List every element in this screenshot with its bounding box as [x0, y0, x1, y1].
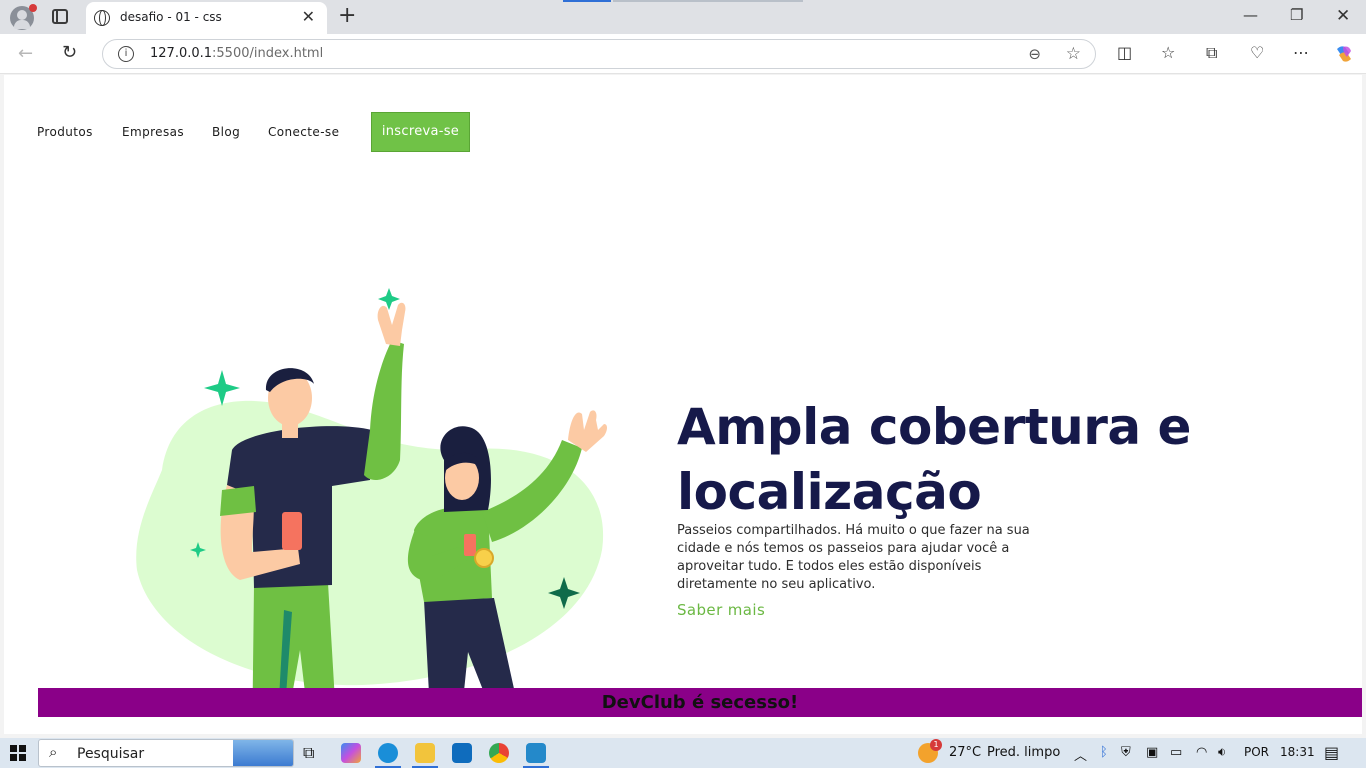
tab-strip-accent-secondary	[613, 0, 803, 2]
url-text[interactable]: 127.0.0.1:5500/index.html	[150, 46, 323, 61]
menu-item-blog[interactable]: Blog	[212, 125, 240, 139]
new-tab-icon[interactable]: +	[338, 3, 356, 29]
vscode-app-icon[interactable]	[523, 743, 549, 768]
hero-paragraph: Passeios compartilhados. Há muito o que …	[677, 523, 1030, 592]
split-screen-icon[interactable]: ◫	[1117, 43, 1132, 62]
copilot-app-icon[interactable]	[341, 743, 361, 763]
task-view-icon[interactable]: ⧉	[303, 743, 314, 763]
tab-strip-accent	[563, 0, 611, 2]
address-bar[interactable]: i 127.0.0.1:5500/index.html ⊖ ☆	[102, 39, 1096, 69]
search-icon: ⌕	[49, 743, 58, 761]
site-info-icon[interactable]: i	[118, 46, 134, 62]
search-placeholder: Pesquisar	[77, 746, 145, 762]
camera-icon[interactable]: ▣	[1146, 745, 1158, 760]
notifications-icon[interactable]: ▤	[1324, 743, 1339, 762]
sparkle-icon	[204, 370, 240, 406]
taskbar-search[interactable]: ⌕ Pesquisar	[38, 739, 294, 767]
show-hidden-icons-icon[interactable]: ︿	[1074, 745, 1087, 764]
back-icon[interactable]: ←	[18, 43, 33, 64]
browser-tab[interactable]: desafio - 01 - css ✕	[86, 2, 327, 34]
restore-icon[interactable]: ❐	[1290, 6, 1303, 24]
chrome-app-icon[interactable]	[489, 743, 509, 763]
windows-start-icon[interactable]	[10, 745, 26, 761]
browser-toolbar: ← ↻ i 127.0.0.1:5500/index.html ⊖ ☆ ◫ ☆ …	[0, 34, 1366, 74]
saber-mais-link[interactable]: Saber mais	[677, 601, 765, 619]
browser-tab-bar: desafio - 01 - css ✕ + — ❐ ✕	[0, 0, 1366, 34]
collections-icon[interactable]: ⧉	[1206, 43, 1217, 63]
signup-button[interactable]: inscreva-se	[371, 112, 470, 152]
profile-avatar-icon[interactable]	[10, 4, 37, 30]
favorite-star-icon[interactable]: ☆	[1066, 44, 1081, 64]
outlook-app-icon[interactable]	[452, 743, 472, 763]
menu-item-produtos[interactable]: Produtos	[37, 125, 93, 139]
battery-icon[interactable]: ▭	[1170, 745, 1182, 760]
menu-item-empresas[interactable]: Empresas	[122, 125, 184, 139]
close-tab-icon[interactable]: ✕	[302, 8, 315, 26]
tab-title: desafio - 01 - css	[120, 10, 222, 24]
reload-icon[interactable]: ↻	[62, 42, 77, 63]
weather-icon[interactable]: 1	[918, 739, 942, 763]
windows-taskbar: ⌕ Pesquisar ⧉ 1 27°C Pred. limpo ︿ ᛒ ⛨ ▣…	[0, 738, 1366, 768]
promo-banner: DevClub é secesso!	[38, 688, 1362, 717]
zoom-icon[interactable]: ⊖	[1028, 45, 1041, 63]
banner-text: DevClub é secesso!	[601, 692, 799, 713]
language-indicator[interactable]: POR	[1244, 745, 1269, 759]
more-options-icon[interactable]: ⋯	[1293, 43, 1309, 62]
tab-actions-icon[interactable]	[52, 9, 68, 24]
edge-app-icon[interactable]	[375, 743, 401, 768]
weather-text[interactable]: Pred. limpo	[987, 745, 1060, 760]
browser-essentials-icon[interactable]: ♡	[1250, 43, 1264, 62]
copilot-icon[interactable]	[1333, 43, 1355, 65]
clock-time[interactable]: 18:31	[1280, 745, 1315, 759]
minimize-icon[interactable]: —	[1243, 6, 1258, 24]
close-window-icon[interactable]: ✕	[1336, 6, 1350, 26]
page-viewport: Produtos Empresas Blog Conecte-se inscre…	[4, 75, 1362, 734]
favorites-icon[interactable]: ☆	[1161, 43, 1175, 62]
search-highlight-image	[233, 740, 293, 766]
menu-item-conecte-se[interactable]: Conecte-se	[268, 125, 339, 139]
globe-icon	[94, 10, 110, 26]
file-explorer-icon[interactable]	[412, 743, 438, 768]
security-shield-icon[interactable]: ⛨	[1121, 745, 1131, 760]
hero-illustration	[136, 288, 607, 690]
wifi-icon[interactable]: ◠	[1196, 745, 1207, 760]
temperature-text[interactable]: 27°C	[949, 745, 981, 760]
volume-icon[interactable]: 🔉︎	[1218, 745, 1226, 760]
bluetooth-icon[interactable]: ᛒ	[1100, 745, 1108, 760]
hero-headline: Ampla cobertura e localização	[677, 398, 1191, 521]
